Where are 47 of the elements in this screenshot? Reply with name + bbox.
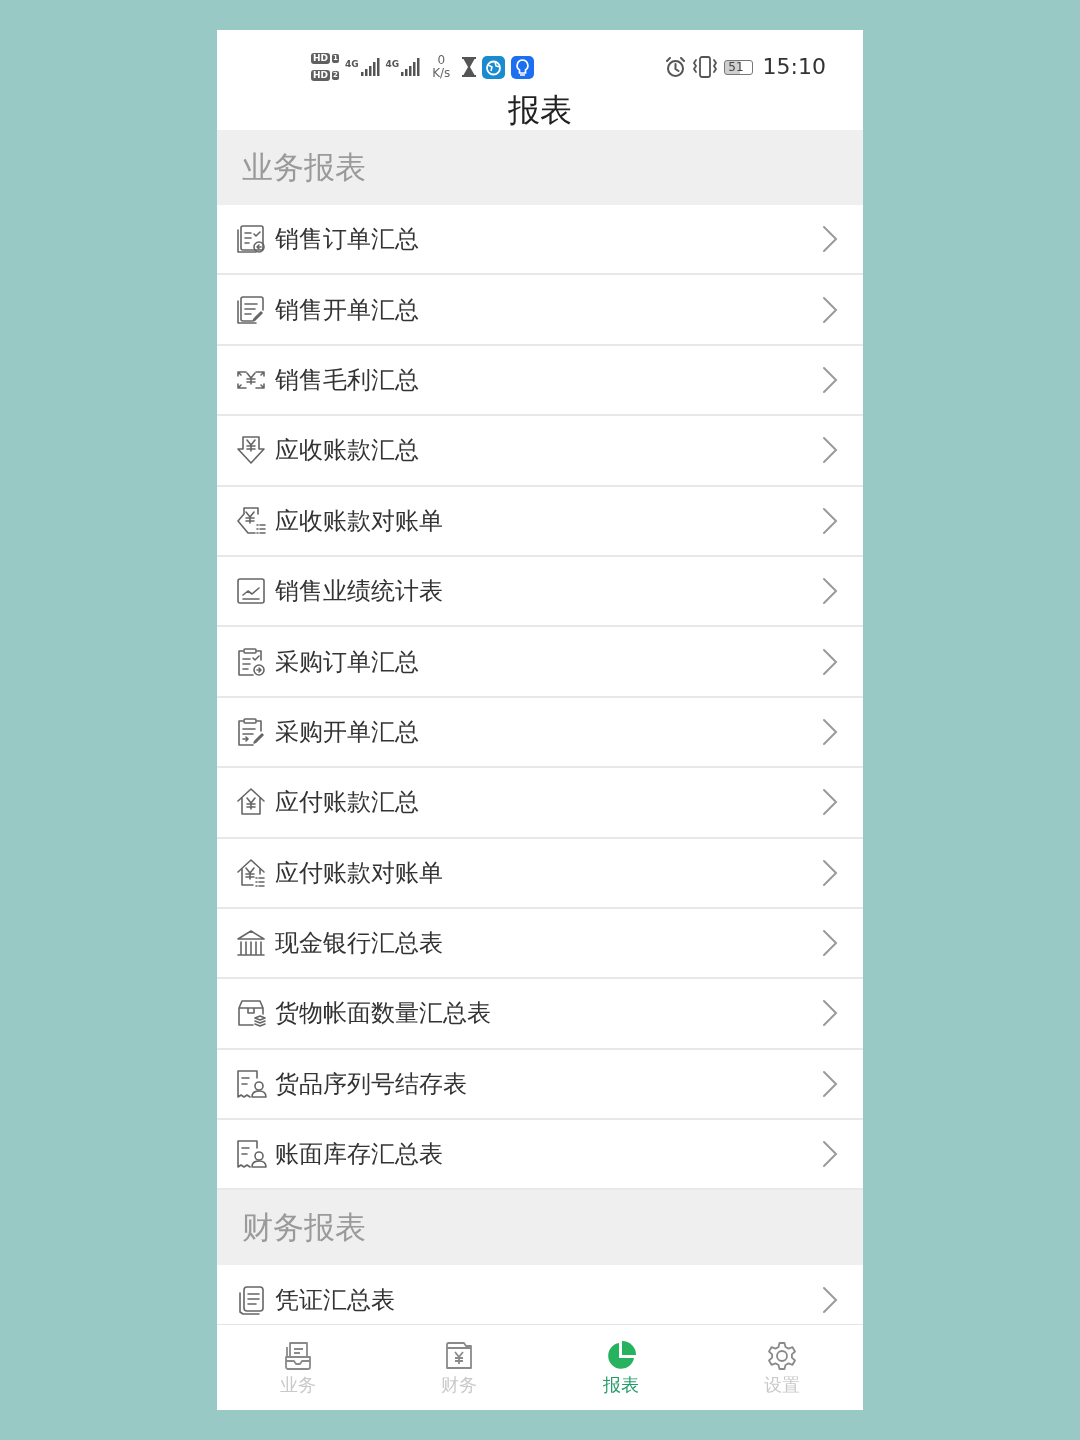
receipt-person-icon	[235, 1067, 267, 1100]
document-check-icon	[235, 223, 267, 256]
chevron-right-icon	[822, 577, 838, 606]
section-header: 财务报表	[217, 1190, 863, 1266]
chevron-right-icon	[822, 365, 838, 394]
chevron-right-icon	[822, 788, 838, 817]
yen-down-arrow-icon	[235, 434, 267, 467]
chevron-right-icon	[822, 295, 838, 324]
chevron-right-icon	[822, 999, 838, 1028]
vibrate-icon	[692, 56, 719, 78]
alarm-clock-icon	[665, 56, 687, 78]
yen-list-icon	[235, 504, 267, 537]
network-type-label: 4G	[385, 59, 400, 69]
clipboard-pencil-icon	[235, 715, 267, 748]
chevron-right-icon	[822, 436, 838, 465]
page-title: 报表	[508, 94, 572, 126]
hd-badge: HD	[311, 70, 330, 81]
box-stack-icon	[235, 997, 267, 1030]
chevron-right-icon	[822, 647, 838, 676]
battery-indicator: 51	[724, 59, 753, 75]
globe-app-icon	[482, 55, 506, 79]
house-yen-list-icon	[235, 856, 267, 889]
net-speed-value: 0	[437, 54, 446, 67]
signal-bars-icon	[400, 57, 421, 77]
chevron-right-icon	[822, 1285, 838, 1314]
settings-icon	[767, 1341, 798, 1371]
document-pencil-icon	[235, 293, 267, 326]
receipt-person-icon	[235, 1138, 267, 1171]
network-type-label: 4G	[344, 59, 359, 69]
signal-bars-icon	[359, 57, 380, 77]
hourglass-icon	[462, 57, 477, 77]
net-speed-unit: K/s	[432, 67, 451, 80]
lightbulb-app-icon	[511, 55, 535, 79]
chevron-right-icon	[822, 225, 838, 254]
chevron-right-icon	[822, 929, 838, 958]
section-header: 业务报表	[217, 130, 863, 205]
pie-chart-icon	[605, 1341, 636, 1371]
chevron-right-icon	[822, 1069, 838, 1098]
folder-yen-icon	[444, 1341, 475, 1371]
hd-badge: HD	[311, 53, 330, 64]
clipboard-check-icon	[235, 645, 267, 678]
chevron-right-icon	[822, 717, 838, 746]
clock-time: 15:10	[762, 55, 826, 79]
document-tray-icon	[282, 1341, 313, 1371]
chevron-right-icon	[822, 506, 838, 535]
chevron-right-icon	[822, 858, 838, 887]
chevron-right-icon	[822, 1140, 838, 1169]
